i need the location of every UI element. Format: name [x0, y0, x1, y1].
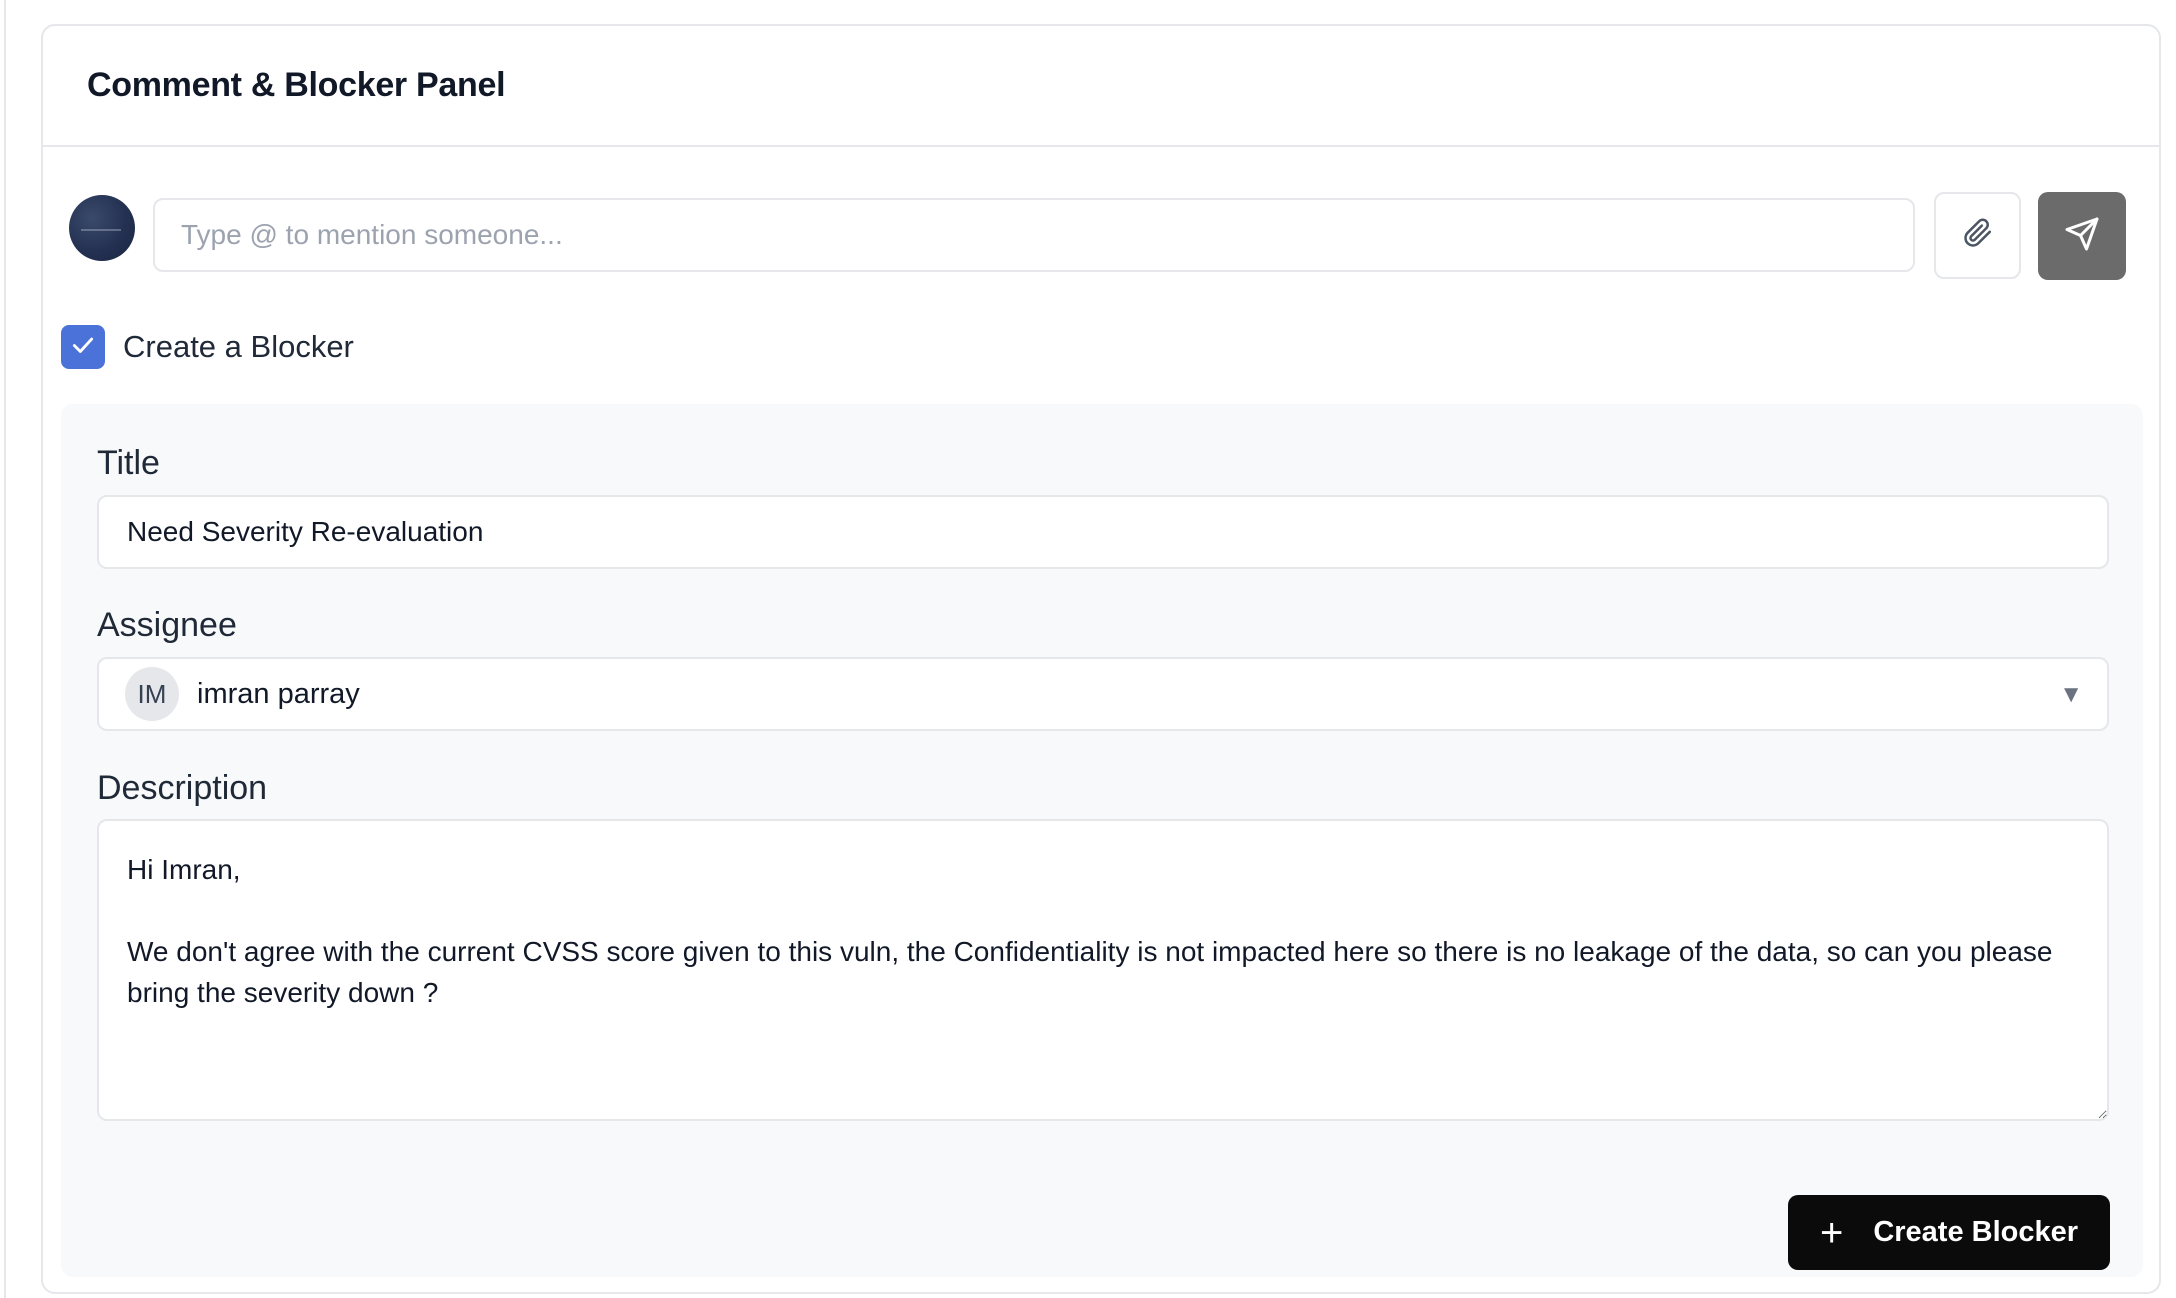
plus-icon: + [1819, 1210, 1844, 1255]
title-label: Title [97, 444, 160, 482]
assignee-label: Assignee [97, 606, 237, 644]
assignee-select[interactable]: IM imran parray ▼ [97, 657, 2109, 731]
description-textarea[interactable] [97, 819, 2109, 1121]
mention-input[interactable] [153, 198, 1915, 272]
create-blocker-toggle: Create a Blocker [61, 325, 354, 369]
assignee-avatar: IM [125, 667, 179, 721]
attach-button[interactable] [1934, 192, 2021, 279]
panel-title: Comment & Blocker Panel [87, 66, 506, 104]
send-icon [2064, 216, 2100, 257]
send-button[interactable] [2038, 192, 2126, 280]
assignee-name: imran parray [197, 677, 360, 710]
comment-blocker-panel: Comment & Blocker Panel Type @ to mentio… [41, 24, 2161, 1294]
title-input[interactable] [97, 495, 2109, 569]
create-blocker-checkbox[interactable] [61, 325, 105, 369]
blocker-form: Title Assignee IM imran parray ▼ Descrip… [61, 404, 2143, 1277]
paperclip-icon [1963, 218, 1993, 253]
page-divider [4, 0, 6, 1298]
panel-header: Comment & Blocker Panel [43, 26, 2159, 147]
create-blocker-label: Create a Blocker [123, 329, 354, 364]
chevron-down-icon: ▼ [2059, 681, 2083, 708]
user-avatar-icon [69, 195, 135, 261]
create-blocker-button-label: Create Blocker [1873, 1216, 2079, 1248]
comment-composer [69, 184, 2135, 280]
description-label: Description [97, 769, 268, 807]
create-blocker-button[interactable]: + Create Blocker [1788, 1195, 2110, 1270]
checkmark-icon [70, 332, 96, 363]
